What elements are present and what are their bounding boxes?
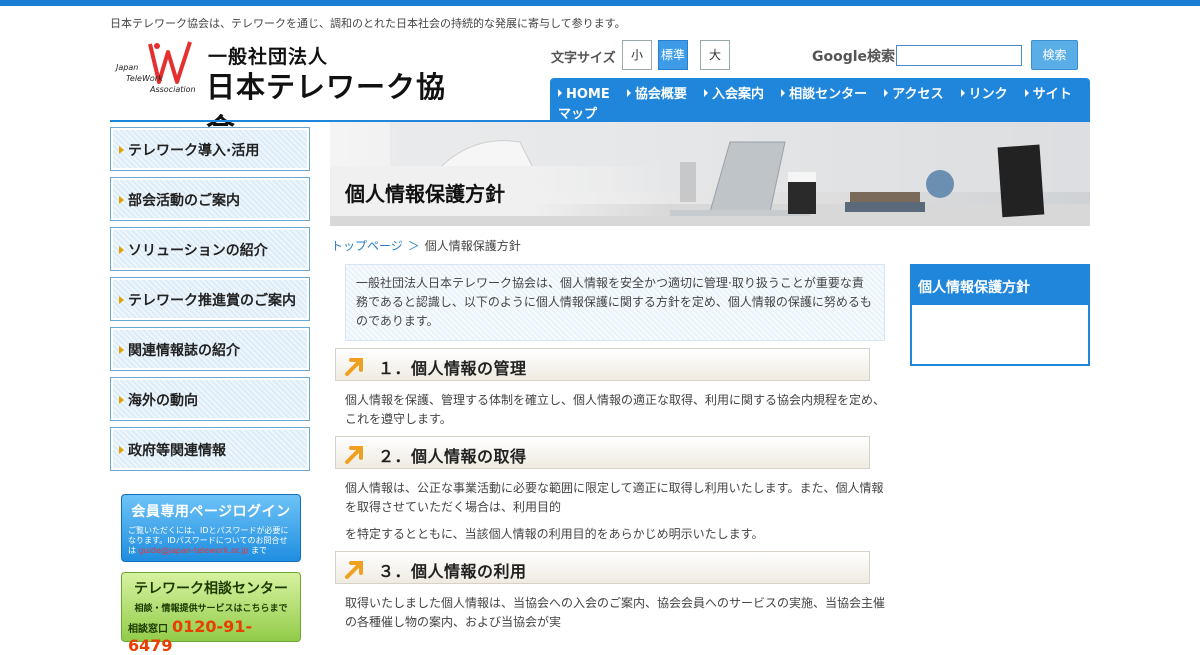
breadcrumb-home[interactable]: トップページ: [331, 239, 403, 253]
member-login-banner[interactable]: 会員専用ページログイン ご覧いただくには、IDとパスワードが必要になります。ID…: [121, 494, 301, 562]
section-title: １．個人情報の管理: [378, 359, 527, 378]
sidebar-item-label: テレワーク推進賞のご案内: [128, 293, 296, 309]
chevron-right-icon: [119, 296, 124, 304]
sidebar-item-label: 海外の動向: [128, 393, 198, 409]
consultation-phone: 相談窓口 0120-91-6479: [128, 617, 294, 655]
consultation-phone-number: 0120-91-6479: [128, 617, 253, 655]
chevron-right-icon: [119, 396, 124, 404]
google-search-input[interactable]: [896, 45, 1022, 66]
breadcrumb-current: 個人情報保護方針: [424, 239, 521, 253]
page-banner: 個人情報保護方針: [330, 122, 1090, 226]
site-logo[interactable]: Japan TeleWork Association 一般社団法人 日本テレワー…: [112, 38, 472, 146]
consultation-sub: 相談・情報提供サービスはこちらまで: [134, 604, 288, 614]
consultation-center-banner[interactable]: テレワーク相談センター 相談・情報提供サービスはこちらまで 相談窓口 0120-9…: [121, 572, 301, 655]
sidebar-item-label: 関連情報誌の紹介: [128, 343, 240, 359]
sidebar-item-label: テレワーク導入·活用: [128, 143, 260, 159]
site-tagline: 日本テレワーク協会は、テレワークを通じ、調和のとれた日本社会の持続的な発展に寄与…: [110, 17, 626, 30]
nav-about[interactable]: 協会概要: [627, 87, 687, 102]
member-login-title: 会員専用ページログイン: [131, 504, 291, 520]
section-body: 個人情報は、公正な事業活動に必要な範囲に限定して適正に取得し利用いたします。また…: [345, 481, 884, 514]
font-size-small-button[interactable]: 小: [622, 40, 652, 70]
sidebar-item-publications[interactable]: 関連情報誌の紹介: [110, 327, 310, 371]
nav-consultation[interactable]: 相談センター: [781, 87, 867, 102]
font-size-label: 文字サイズ: [551, 51, 616, 66]
logo-mark-text-1: Japan: [114, 63, 138, 72]
search-button[interactable]: 検索: [1031, 40, 1078, 70]
nav-home[interactable]: HOME: [558, 87, 610, 102]
sidebar-item-overseas[interactable]: 海外の動向: [110, 377, 310, 421]
page-title: 個人情報保護方針: [345, 182, 505, 206]
font-size-large-button[interactable]: 大: [700, 40, 730, 70]
member-login-note: ご覧いただくには、IDとパスワードが必要になります。IDパスワードについてのお問…: [128, 526, 294, 556]
nav-access[interactable]: アクセス: [884, 87, 943, 102]
chevron-right-icon: [119, 446, 124, 454]
google-search-label: Google検索: [812, 49, 896, 65]
arrow-up-right-icon: [345, 561, 363, 579]
member-login-email: guide@japan-telework.or.jp: [138, 546, 249, 555]
section-title: ２．個人情報の取得: [378, 447, 527, 466]
section-body: 個人情報を保護、管理する体制を確立し、個人情報の適正な取得、利用に関する協会内規…: [345, 393, 886, 426]
chevron-right-icon: [119, 346, 124, 354]
section-body: 取得いたしました個人情報は、当協会への入会のご案内、協会会員へのサービスの実施、…: [345, 596, 886, 629]
sidebar-item-award[interactable]: テレワーク推進賞のご案内: [110, 277, 310, 321]
global-nav: HOME 協会概要 入会案内 相談センター アクセス リンク サイトマップ: [550, 78, 1090, 122]
section-body: を特定するとともに、当該個人情報の利用目的をあらかじめ明示いたします。: [345, 527, 764, 541]
member-login-note-tail: まで: [250, 546, 267, 555]
right-sidebar-title[interactable]: 個人情報保護方針: [912, 266, 1088, 305]
sidebar-item-label: ソリューションの紹介: [128, 243, 268, 259]
sidebar-item-solutions[interactable]: ソリューションの紹介: [110, 227, 310, 271]
nav-membership[interactable]: 入会案内: [704, 87, 764, 102]
arrow-up-right-icon: [345, 358, 363, 376]
jta-logo-mark: Japan TeleWork Association: [114, 41, 196, 94]
sidebar-item-label: 政府等関連情報: [128, 443, 226, 459]
intro-text: 一般社団法人日本テレワーク協会は、個人情報を安全かつ適切に管理·取り扱うことが重…: [345, 264, 885, 341]
font-size-standard-button[interactable]: 標準: [658, 40, 688, 70]
consultation-title: テレワーク相談センター: [134, 581, 288, 597]
logo-mark-text-2: TeleWork: [126, 74, 163, 83]
right-sidebar-box: 個人情報保護方針: [910, 264, 1090, 366]
sidebar-item-committee[interactable]: 部会活動のご案内: [110, 177, 310, 221]
breadcrumb: トップページ ＞ 個人情報保護方針: [331, 237, 521, 254]
logo-mark-text-3: Association: [149, 85, 196, 94]
section-title: ３．個人情報の利用: [378, 562, 527, 581]
nav-links[interactable]: リンク: [961, 87, 1008, 102]
sidebar-item-government[interactable]: 政府等関連情報: [110, 427, 310, 471]
breadcrumb-separator: ＞: [407, 239, 420, 253]
sidebar-item-telework-adoption[interactable]: テレワーク導入·活用: [110, 127, 310, 171]
chevron-right-icon: [119, 246, 124, 254]
arrow-up-right-icon: [345, 446, 363, 464]
sidebar-item-label: 部会活動のご案内: [128, 193, 240, 209]
section-heading: ３．個人情報の利用: [335, 551, 870, 584]
chevron-right-icon: [119, 146, 124, 154]
chevron-right-icon: [119, 196, 124, 204]
top-accent-bar: [0, 0, 1200, 6]
section-heading: ２．個人情報の取得: [335, 436, 870, 469]
section-heading: １．個人情報の管理: [335, 348, 870, 381]
